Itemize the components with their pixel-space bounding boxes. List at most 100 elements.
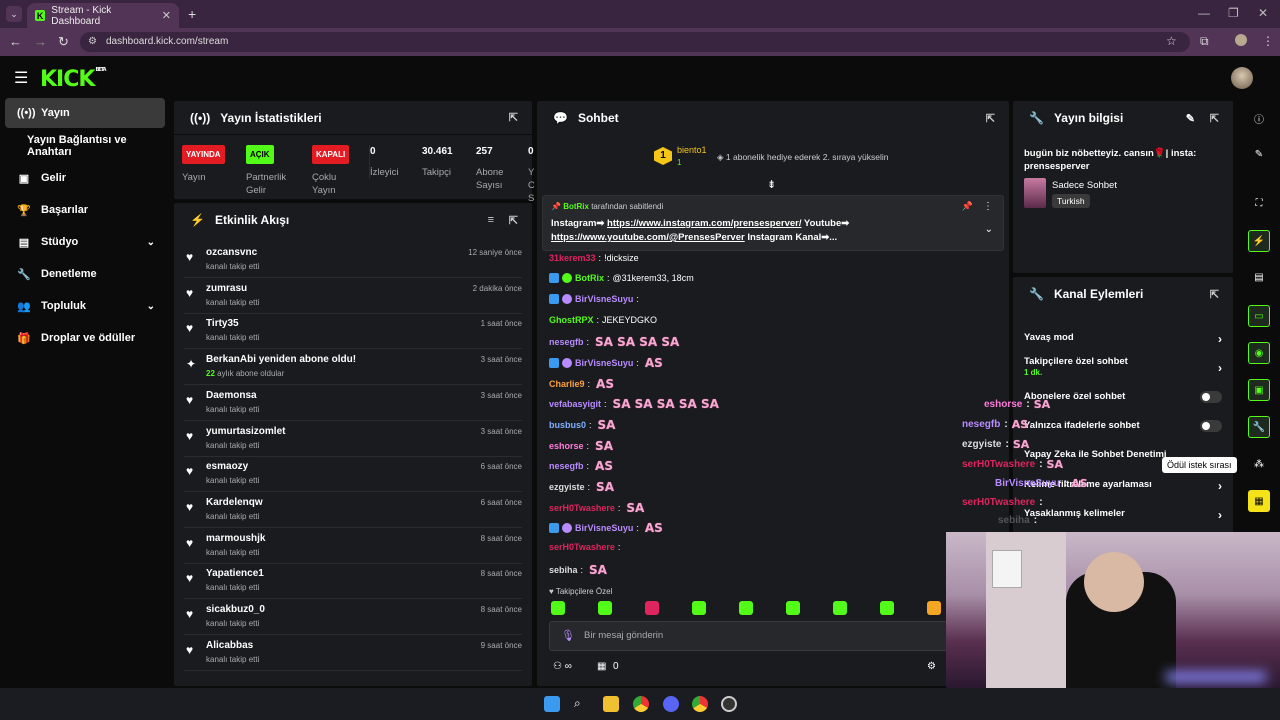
instagram-link[interactable]: https://www.instagram.com/prensesperver/: [607, 218, 801, 229]
emote-icon[interactable]: [880, 601, 894, 615]
chat-username[interactable]: nesegfb: [549, 337, 584, 347]
sidebar-item-achievements[interactable]: 🏆 Başarılar: [5, 196, 165, 224]
close-tab-icon[interactable]: ✕: [162, 9, 171, 22]
chrome-icon[interactable]: [692, 696, 708, 712]
emote-icon[interactable]: [739, 601, 753, 615]
activity-item[interactable]: ✦ BerkanAbi yeniden abone oldu! 22 aylık a…: [184, 351, 522, 386]
chat-message[interactable]: eshorse: SA: [549, 439, 616, 453]
sidebar-item-stream-key[interactable]: Yayın Bağlantısı ve Anahtarı: [5, 132, 165, 160]
info-icon[interactable]: ⓘ: [1248, 107, 1270, 129]
activity-item[interactable]: ♥ ozcansvnc kanalı takip etti 12 saniye önc…: [184, 244, 522, 278]
chat-username[interactable]: BirVisneSuyu: [575, 523, 633, 533]
subscribers-only-toggle[interactable]: [1200, 391, 1222, 403]
menu-kebab-icon[interactable]: ⋮: [1262, 34, 1274, 48]
chat-username[interactable]: ezgyiste: [549, 482, 585, 492]
wrench-icon[interactable]: 🔧: [1248, 416, 1270, 438]
chat-settings-gear-icon[interactable]: ⚙: [927, 661, 936, 672]
rewards-queue-icon[interactable]: ⁂: [1248, 453, 1270, 475]
hype-user[interactable]: biento1: [677, 145, 707, 155]
activity-item[interactable]: ♥ esmaozy kanalı takip etti 6 saat önce: [184, 458, 522, 493]
chat-username[interactable]: eshorse: [549, 441, 584, 451]
popout-icon[interactable]: ⇱: [1210, 112, 1219, 125]
browser-tab[interactable]: K Stream - Kick Dashboard ✕: [27, 3, 179, 28]
sidebar-item-moderation[interactable]: 🔧 Denetleme: [5, 260, 165, 288]
slow-mode-row[interactable]: Yavaş mod ›: [1024, 332, 1224, 346]
site-info-icon[interactable]: ⚙: [88, 32, 97, 52]
kick-logo[interactable]: KICKBETA: [40, 67, 107, 92]
url-field[interactable]: ⚙ dashboard.kick.com/stream: [80, 32, 1190, 52]
activity-item[interactable]: ♥ sicakbuz0_0 kanalı takip etti 8 saat önce: [184, 601, 522, 635]
filter-icon[interactable]: ≡: [488, 214, 494, 226]
emote-icon[interactable]: [692, 601, 706, 615]
obs-icon[interactable]: [721, 696, 737, 712]
category-thumbnail[interactable]: [1024, 178, 1046, 208]
chat-icon[interactable]: ▭: [1248, 305, 1270, 327]
chat-message[interactable]: ezgyiste: SA: [549, 480, 617, 494]
chat-username[interactable]: BirVisneSuyu: [575, 294, 633, 304]
chat-username[interactable]: nesegfb: [549, 461, 584, 471]
chat-message[interactable]: busbus0: SA: [549, 418, 618, 432]
category-name[interactable]: Sadece Sohbet: [1052, 180, 1117, 191]
chat-username[interactable]: vefabasyigit: [549, 399, 601, 409]
chat-message[interactable]: nesegfb: AS: [549, 459, 616, 473]
chat-message[interactable]: serH0Twashere:: [549, 542, 623, 552]
chat-username[interactable]: serH0Twashere: [549, 503, 615, 513]
extensions-icon[interactable]: ⧉: [1200, 34, 1209, 49]
profile-icon[interactable]: [1235, 34, 1247, 46]
banned-words-row[interactable]: Yasaklanmış kelimeler ›: [1024, 508, 1224, 522]
activity-item[interactable]: ♥ Tirty35 kanalı takip etti 1 saat önce: [184, 315, 522, 350]
studio-icon[interactable]: ▣: [1248, 379, 1270, 401]
chrome-icon[interactable]: [633, 696, 649, 712]
popout-icon[interactable]: ⇱: [986, 112, 995, 125]
expand-chevron-icon[interactable]: ⌄: [985, 224, 993, 235]
windows-start-icon[interactable]: [544, 696, 560, 712]
activity-item[interactable]: ♥ Daemonsa kanalı takip etti 3 saat önce: [184, 387, 522, 421]
followers-only-row[interactable]: Takipçilere özel sohbet 1 dk. ›: [1024, 356, 1224, 378]
chat-message[interactable]: nesegfb: SA SA SA SA: [549, 335, 682, 349]
emote-icon[interactable]: [833, 601, 847, 615]
chat-message[interactable]: 31kerem33: !dicksize: [549, 253, 639, 263]
tab-list-button[interactable]: ⌄: [6, 6, 22, 22]
sidebar-item-community[interactable]: 👥 Topluluk ⌄: [5, 292, 165, 320]
forward-icon[interactable]: →: [34, 34, 47, 49]
file-explorer-icon[interactable]: [603, 696, 619, 712]
emotes-only-toggle[interactable]: [1200, 420, 1222, 432]
notes-icon[interactable]: ▤: [1248, 266, 1270, 288]
chat-message[interactable]: Charlie9: AS: [549, 377, 617, 391]
points-infinity-icon[interactable]: ⚇ ∞: [553, 661, 572, 672]
microphone-icon[interactable]: 🎙: [561, 629, 575, 642]
popout-icon[interactable]: ⇱: [509, 111, 518, 124]
chat-input[interactable]: Bir mesaj gönderin: [549, 621, 989, 651]
broadcast-icon[interactable]: ◉: [1248, 342, 1270, 364]
pinned-menu-icon[interactable]: ⋮: [983, 201, 993, 212]
chat-message[interactable]: BotRix: @31kerem33, 18cm: [549, 273, 694, 283]
chat-username[interactable]: Charlie9: [549, 379, 585, 389]
emote-icon[interactable]: [598, 601, 612, 615]
chat-message[interactable]: GhostRPX: JEKEYDGKO: [549, 315, 657, 325]
minimize-icon[interactable]: —: [1198, 6, 1210, 20]
discord-icon[interactable]: [663, 696, 679, 712]
back-icon[interactable]: ←: [9, 34, 22, 49]
search-icon[interactable]: ⌕: [574, 696, 590, 712]
activity-item[interactable]: ♥ Kardelenqw kanalı takip etti 6 saat önce: [184, 494, 522, 528]
activity-item[interactable]: ♥ yumurtasizomlet kanalı takip etti 3 saat …: [184, 423, 522, 457]
popout-icon[interactable]: ⇱: [1210, 288, 1219, 301]
chat-username[interactable]: 31kerem33: [549, 253, 596, 263]
reload-icon[interactable]: ↻: [58, 34, 69, 50]
sidebar-item-stream[interactable]: ((•)) Yayın: [5, 98, 165, 128]
chat-message[interactable]: vefabasyigit: SA SA SA SA SA: [549, 397, 722, 411]
chat-message[interactable]: sebiha: SA: [549, 563, 610, 577]
user-avatar[interactable]: [1231, 67, 1253, 89]
chat-username[interactable]: BotRix: [575, 273, 604, 283]
chat-message[interactable]: serH0Twashere: SA: [549, 501, 647, 515]
activity-item[interactable]: ♥ Yapatience1 kanalı takip etti 8 saat önce: [184, 565, 522, 600]
bolt-icon[interactable]: ⚡: [1248, 230, 1270, 252]
chat-username[interactable]: BirVisneSuyu: [575, 358, 633, 368]
emote-icon[interactable]: [786, 601, 800, 615]
new-tab-button[interactable]: +: [188, 6, 196, 22]
store-icon[interactable]: ▦: [597, 661, 606, 672]
unpin-icon[interactable]: 📌: [962, 201, 973, 212]
edit-pencil-icon[interactable]: ✎: [1186, 112, 1195, 125]
chat-message[interactable]: BirVisneSuyu: AS: [549, 356, 666, 370]
edit-icon[interactable]: ✎: [1248, 143, 1270, 165]
